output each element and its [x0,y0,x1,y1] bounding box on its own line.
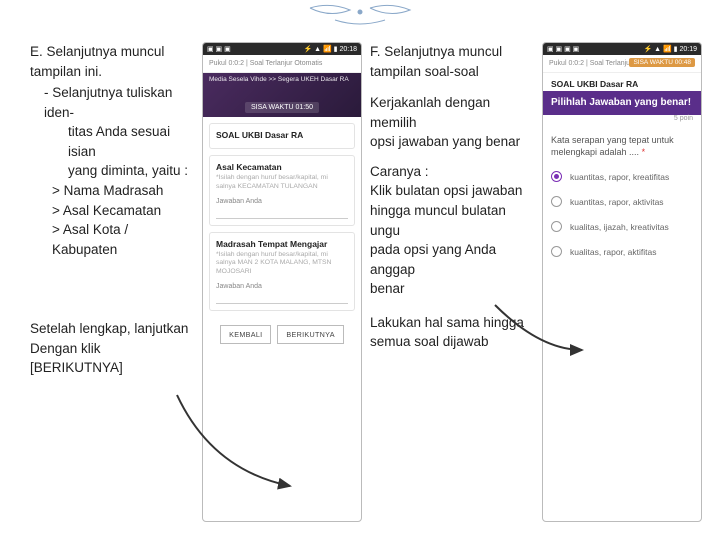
next-button[interactable]: BERIKUTNYA [277,325,343,344]
option-4[interactable]: kualitas, rapor, aktifitas [551,239,693,264]
question-text: Kata serapan yang tepat untuk melengkapi… [543,126,701,160]
status-bar: ▣ ▣ ▣ ⚡ ▲ 📶 ▮ 20:18 [203,43,361,55]
subject-card: SOAL UKBI Dasar RA [209,123,355,149]
options-list: kuantitas, rapor, kreatifitas kuantitas, … [543,160,701,274]
nav-buttons: KEMBALI BERIKUTNYA [203,317,361,354]
subject-title: SOAL UKBI Dasar RA [216,130,348,140]
option-label: kualitas, rapor, aktifitas [570,247,656,257]
phone-mock-quiz: ▣ ▣ ▣ ▣ ⚡ ▲ 📶 ▮ 20:19 Pukul 0:0:2 | Soal… [542,42,702,522]
slide-decoration [300,0,420,28]
option-3[interactable]: kualitas, ijazah, kreativitas [551,214,693,239]
step-f-p3: Klik bulatan opsi jawaban [370,181,536,201]
app-bar-2: Pukul 0:0:2 | Soal Terlanjur Otomatis SI… [543,55,701,73]
back-button[interactable]: KEMBALI [220,325,271,344]
app-bar: Pukul 0:0:2 | Soal Terlanjur Otomatis [203,55,361,73]
step-e-lower-1: Setelah lengkap, lanjutkan [30,319,196,339]
option-2[interactable]: kuantitas, rapor, aktivitas [551,189,693,214]
left-text: E. Selanjutnya muncul tampilan ini. - Se… [30,42,196,522]
option-1[interactable]: kuantitas, rapor, kreatifitas [551,164,693,189]
option-label: kualitas, ijazah, kreativitas [570,222,669,232]
timer-pill: SISA WAKTU 00:48 [629,58,695,67]
step-e-sub-1c: yang diminta, yaitu : [30,161,196,181]
step-e-bullet-2: > Asal Kecamatan [30,201,196,221]
left-column: E. Selanjutnya muncul tampilan ini. - Se… [30,42,362,522]
step-e-bullet-1: > Nama Madrasah [30,181,196,201]
status-right-2: ⚡ ▲ 📶 ▮ 20:19 [643,45,697,53]
answer-label-2: Jawaban Anda [216,283,348,290]
option-label: kuantitas, rapor, kreatifitas [570,172,669,182]
step-f-p3c: pada opsi yang Anda anggap [370,240,536,279]
phone-mock-form: ▣ ▣ ▣ ⚡ ▲ 📶 ▮ 20:18 Pukul 0:0:2 | Soal T… [202,42,362,522]
step-f-p1: Kerjakanlah dengan memilih [370,93,536,132]
status-right: ⚡ ▲ 📶 ▮ 20:18 [303,45,357,53]
step-e-heading: E. Selanjutnya muncul tampilan ini. [30,42,196,81]
option-label: kuantitas, rapor, aktivitas [570,197,664,207]
field-madrasah: Madrasah Tempat Mengajar *Isilah dengan … [209,232,355,311]
field-kecamatan: Asal Kecamatan *Isilah dengan huruf besa… [209,155,355,226]
quiz-subject: SOAL UKBI Dasar RA [543,73,701,91]
madrasah-hint: *Isilah dengan huruf besar/kapital, mi s… [216,251,348,277]
right-text: F. Selanjutnya muncul tampilan soal-soal… [370,42,536,522]
step-f-p1b: opsi jawaban yang benar [370,132,536,152]
step-e-lower-2: Dengan klik [BERIKUTNYA] [30,339,196,378]
step-f-p4b: semua soal dijawab [370,332,536,352]
radio-icon[interactable] [551,171,562,182]
step-f-p3d: benar [370,279,536,299]
hero-breadcrumb: Media Sesela Vihde >> Segera UKEH Dasar … [209,76,355,83]
answer-label-1: Jawaban Anda [216,198,348,205]
kecamatan-input[interactable] [216,211,348,219]
app-bar-text: Pukul 0:0:2 | Soal Terlanjur Otomatis [209,60,322,67]
kecamatan-hint: *Isilah dengan huruf besar/kapital, mi s… [216,174,348,192]
madrasah-input[interactable] [216,296,348,304]
step-f-p2: Caranya : [370,162,536,182]
madrasah-label: Madrasah Tempat Mengajar [216,239,348,249]
step-e-sub-1: - Selanjutnya tuliskan iden- [30,83,196,122]
radio-icon[interactable] [551,246,562,257]
hero-banner: Media Sesela Vihde >> Segera UKEH Dasar … [203,73,361,117]
status-left: ▣ ▣ ▣ [207,45,231,53]
radio-icon[interactable] [551,196,562,207]
instruction-bar: Pilihlah Jawaban yang benar! [543,91,701,115]
step-e-bullet-3: > Asal Kota / Kabupaten [30,220,196,259]
timer-badge: SISA WAKTU 01:50 [245,102,319,113]
kecamatan-label: Asal Kecamatan [216,162,348,172]
step-f-p4: Lakukan hal sama hingga [370,313,536,333]
status-left-2: ▣ ▣ ▣ ▣ [547,45,579,53]
points-label: 5 poin [543,115,701,126]
right-column: F. Selanjutnya muncul tampilan soal-soal… [370,42,702,522]
status-bar-2: ▣ ▣ ▣ ▣ ⚡ ▲ 📶 ▮ 20:19 [543,43,701,55]
radio-icon[interactable] [551,221,562,232]
step-f-p3b: hingga muncul bulatan ungu [370,201,536,240]
step-f-heading: F. Selanjutnya muncul tampilan soal-soal [370,42,536,81]
step-e-sub-1b: titas Anda sesuai isian [30,122,196,161]
